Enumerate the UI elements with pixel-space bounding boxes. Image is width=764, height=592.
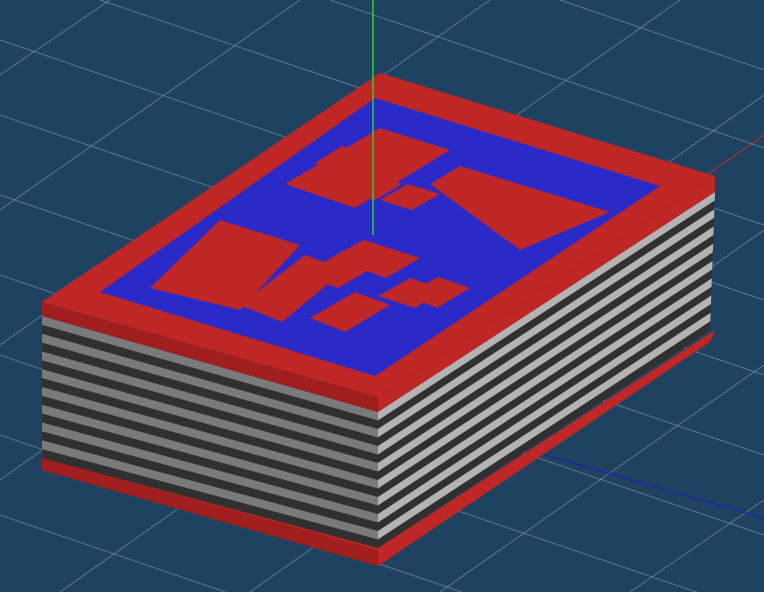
grid-line	[0, 0, 111, 76]
grid-line	[0, 514, 227, 592]
y-axis-line	[544, 454, 764, 519]
scene-canvas[interactable]	[0, 0, 764, 592]
x-axis-line	[699, 134, 764, 181]
grid-line	[629, 499, 764, 592]
3d-viewport[interactable]	[0, 0, 764, 592]
grid-line	[559, 0, 764, 71]
